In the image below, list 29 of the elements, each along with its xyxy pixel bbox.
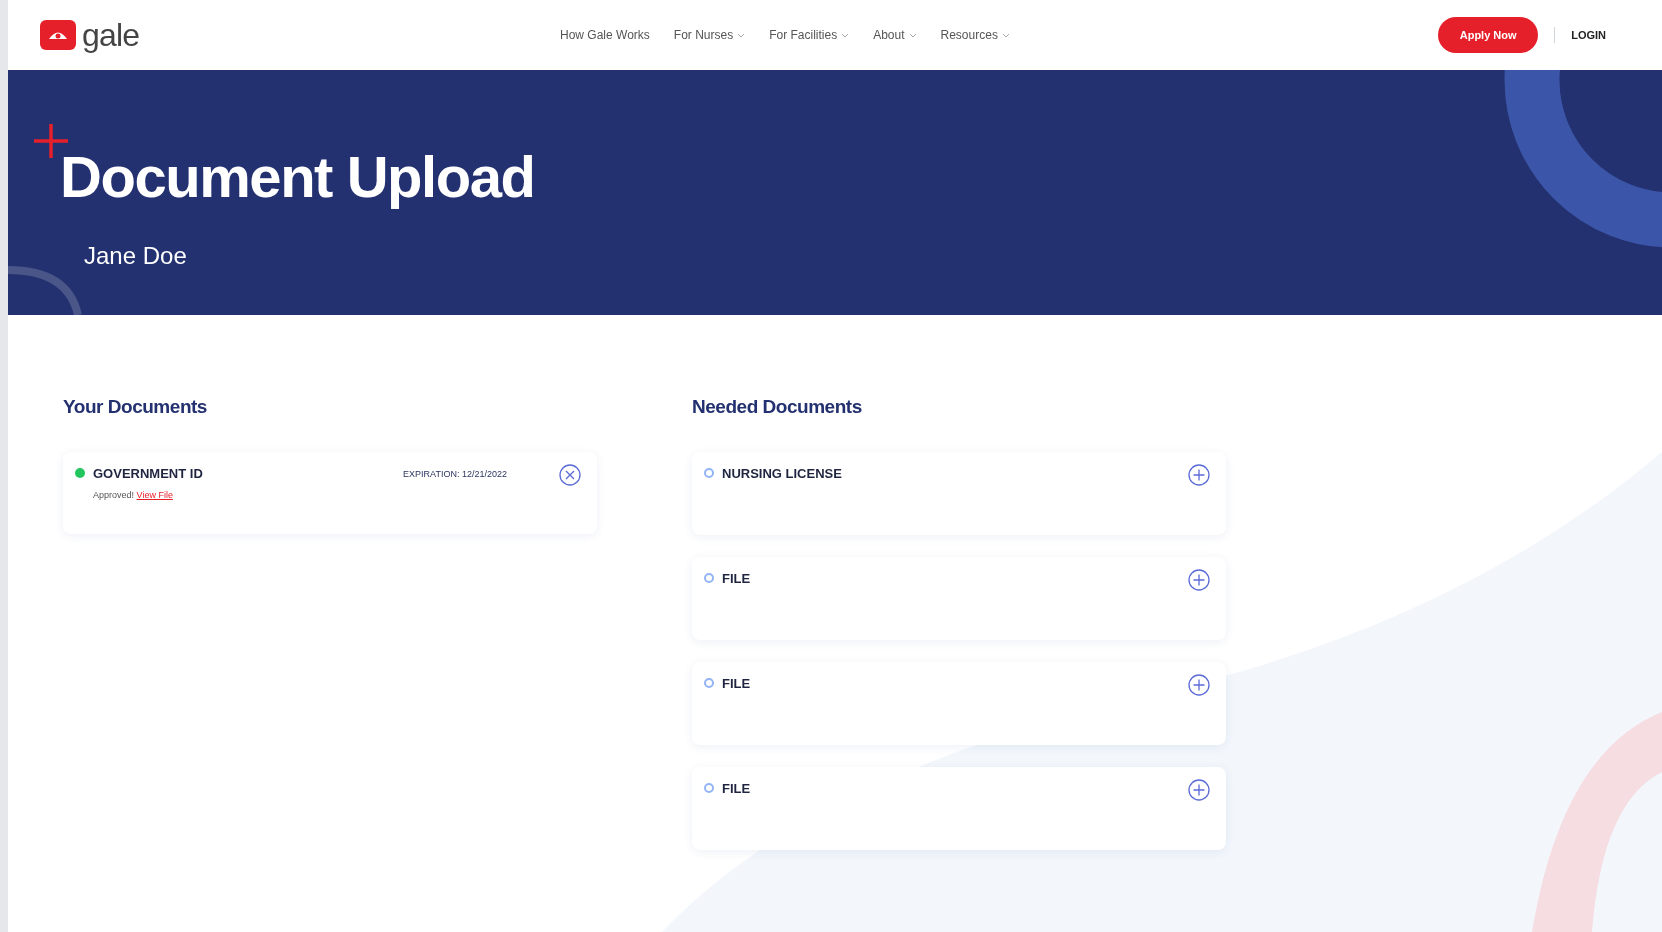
document-name: FILE [722,569,751,588]
document-name: FILE [722,779,751,798]
section-heading: Needed Documents [692,395,863,419]
nav-link[interactable]: For Nurses [673,26,746,44]
expiration-date: EXPIRATION: 12/21/2022 [403,467,507,481]
approval-note: Approved! View File [93,489,174,502]
logo-icon [40,20,76,50]
plus-circle-icon[interactable] [1188,463,1210,486]
document-name: GOVERNMENT ID [93,464,203,483]
nav-link[interactable]: For Facilities [769,26,850,44]
plus-circle-icon[interactable] [1188,568,1210,591]
document-name: FILE [722,674,751,693]
document-name: NURSING LICENSE [722,464,842,483]
nav-link[interactable]: How Gale Works [560,26,650,44]
section-heading: Your Documents [63,395,208,419]
view-file-link[interactable]: View File [136,490,173,500]
plus-circle-icon[interactable] [1188,778,1210,801]
caret-icon [737,32,746,38]
caret-icon [908,32,917,38]
user-name: Jane Doe [84,241,188,271]
close-circle-icon[interactable] [559,463,581,486]
nav-link[interactable]: Resources [940,26,1010,44]
caret-icon [841,32,850,38]
nav-link[interactable]: About [873,26,917,44]
caret-icon [1001,32,1010,38]
logo-text: gale [82,19,140,51]
apply-now-button[interactable]: Apply Now [1438,17,1539,53]
login-link[interactable]: LOGIN [1571,26,1606,44]
plus-circle-icon[interactable] [1188,673,1210,696]
